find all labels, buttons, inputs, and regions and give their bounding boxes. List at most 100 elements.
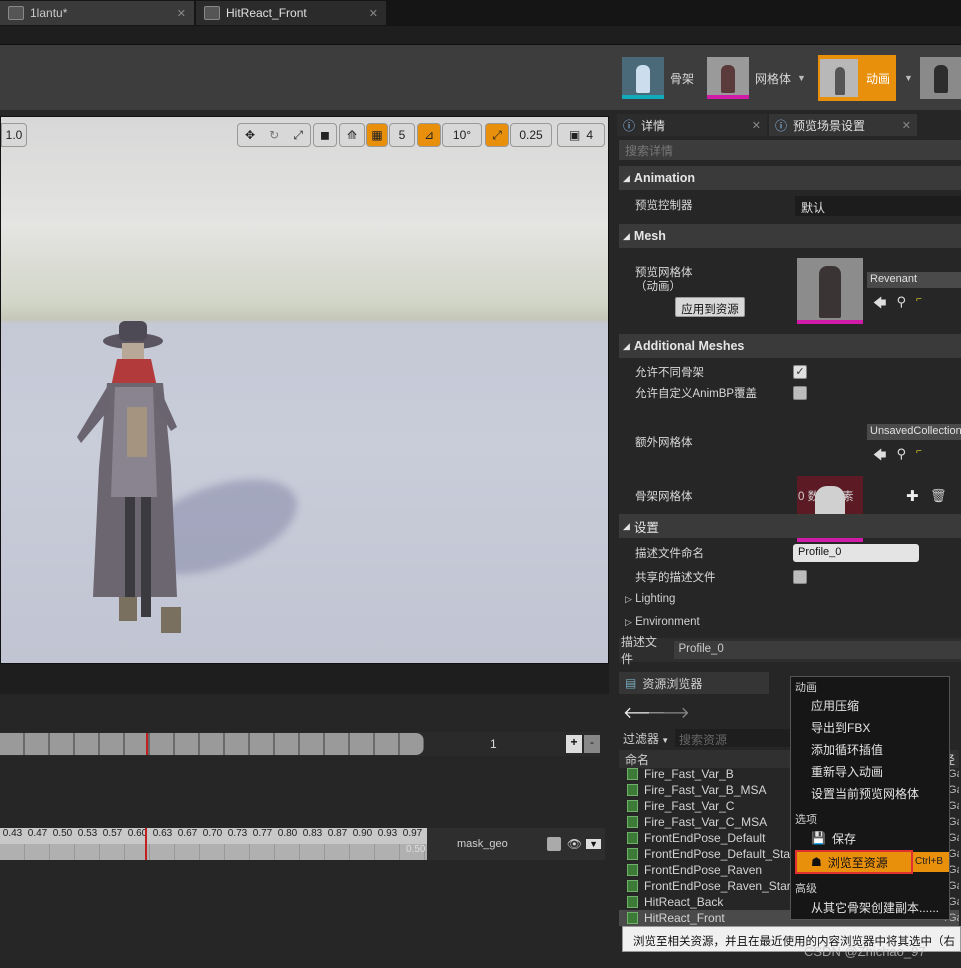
angle-icon: ⊿: [423, 128, 435, 142]
tab-details[interactable]: ⓘ 详情 ✕: [617, 114, 767, 136]
preview-mesh-thumbnail[interactable]: [797, 258, 863, 324]
blueprint-tab-icon: [8, 6, 24, 20]
grid-size-dropdown[interactable]: 5: [389, 123, 415, 147]
group-environment[interactable]: ▷ Environment: [619, 613, 961, 635]
forward-arrow-icon[interactable]: 🡒: [647, 702, 690, 723]
asset-name: FrontEndPose_Default: [644, 831, 766, 845]
asset-name: HitReact_Front: [644, 911, 725, 925]
allow-different-skeleton-checkbox[interactable]: ✓: [793, 365, 807, 379]
category-mesh[interactable]: ◢ Mesh: [619, 224, 961, 248]
scale-snap-dropdown[interactable]: 0.25: [510, 123, 552, 147]
asset-name: FrontEndPose_Raven_Start: [644, 879, 795, 893]
rotation-snap-button[interactable]: ⊿: [417, 123, 441, 147]
category-additional-meshes[interactable]: ◢ Additional Meshes: [619, 334, 961, 358]
apply-to-asset-button[interactable]: 应用到资源: [675, 297, 745, 317]
tick-label: 0.73: [227, 828, 248, 839]
track-header: mask_geo 👁 ▼: [427, 828, 605, 860]
chevron-down-icon[interactable]: ▼: [904, 73, 913, 83]
translate-icon[interactable]: ✥: [245, 128, 255, 142]
track-checkbox[interactable]: [546, 837, 561, 851]
tab-hitreact-front[interactable]: HitReact_Front ✕: [196, 1, 386, 25]
column-name[interactable]: 命名: [625, 751, 649, 768]
minus-icon[interactable]: -: [584, 735, 600, 753]
shared-profile-checkbox[interactable]: [793, 570, 807, 584]
menu-item-apply-compression[interactable]: 应用压缩: [791, 694, 951, 716]
mode-mesh-button[interactable]: 网格体 ▼: [707, 55, 806, 101]
animation-asset-icon: [627, 816, 638, 828]
animation-asset-icon: [627, 912, 638, 924]
grid-snap-button[interactable]: ▦: [366, 123, 388, 147]
animation-scrub-track[interactable]: 1 + -: [0, 732, 600, 756]
profile-name-input[interactable]: Profile_0: [793, 544, 919, 562]
mode-physics-button[interactable]: [920, 55, 961, 101]
playhead[interactable]: [145, 828, 147, 860]
mode-skeleton-button[interactable]: 骨架: [622, 55, 694, 101]
asset-search-input[interactable]: 搜索资源: [675, 729, 790, 747]
menu-item-add-loop-interp[interactable]: 添加循环插值: [791, 738, 951, 760]
mode-label: 网格体: [755, 71, 792, 86]
rotation-snap-dropdown[interactable]: 10°: [442, 123, 482, 147]
tick-label: 0.80: [277, 828, 298, 839]
menu-item-set-preview-mesh[interactable]: 设置当前预览网格体: [791, 782, 951, 804]
label-line: （动画）: [635, 281, 681, 293]
preview-mesh-label: 预览网格体 （动画）: [635, 266, 693, 294]
use-selected-arrow-icon[interactable]: 🡄: [873, 446, 886, 468]
rotate-icon[interactable]: ↻: [269, 128, 279, 142]
allow-custom-animbp-checkbox[interactable]: [793, 386, 807, 400]
use-selected-arrow-icon[interactable]: 🡄: [873, 294, 886, 316]
expand-arrow-icon: ▷: [625, 594, 632, 604]
scrub-bar[interactable]: [0, 733, 424, 755]
surface-snap-button[interactable]: ⟰: [339, 123, 365, 147]
reset-yellow-icon[interactable]: ⌐: [916, 294, 922, 316]
menu-item-save[interactable]: 💾 保存: [791, 827, 951, 849]
add-plus-icon[interactable]: +: [566, 735, 582, 753]
browse-magnifier-icon[interactable]: ⚲: [896, 294, 906, 316]
tick-label: 0.87: [327, 828, 348, 839]
tab-asset-browser[interactable]: ▤ 资源浏览器: [619, 672, 769, 694]
category-animation[interactable]: ◢ Animation: [619, 166, 961, 190]
property-label: 允许不同骨架: [635, 367, 704, 379]
scale-snap-button[interactable]: ⤢: [485, 123, 509, 147]
grid-size-value: 5: [398, 128, 406, 142]
preview-viewport[interactable]: 1.0 ✥ ↻ ⤢ ◼ ⟰ ▦ 5 ⊿ 10° ⤢ 0.25 ▣ 4: [0, 116, 609, 664]
coordinate-space-button[interactable]: ◼: [313, 123, 337, 147]
camera-speed-button[interactable]: ▣ 4: [557, 123, 605, 147]
mode-animation-button[interactable]: 动画: [818, 55, 897, 101]
animation-asset-icon: [627, 880, 638, 892]
profile-dropdown[interactable]: Profile_0: [674, 641, 961, 659]
menu-item-create-copy[interactable]: 从其它骨架创建副本......: [791, 896, 951, 918]
chevron-down-icon[interactable]: ▼: [797, 73, 806, 83]
add-plus-icon[interactable]: ✚: [906, 487, 919, 505]
reset-yellow-icon[interactable]: ⌐: [916, 446, 922, 468]
details-search-input[interactable]: 搜索详情: [619, 140, 961, 160]
close-icon[interactable]: ✕: [902, 119, 911, 132]
close-icon[interactable]: ✕: [177, 7, 186, 20]
notify-track[interactable]: 0.43 0.47 0.50 0.53 0.57 0.60 0.63 0.67 0.70 0.73…: [0, 828, 427, 860]
watermark: CSDN @Zhichao_97: [804, 944, 926, 959]
scale-icon[interactable]: ⤢: [293, 128, 303, 143]
playhead[interactable]: [146, 733, 148, 755]
close-icon[interactable]: ✕: [369, 7, 378, 20]
animation-asset-icon: [627, 768, 638, 780]
menu-label: 添加循环插值: [811, 742, 884, 757]
preview-controller-dropdown[interactable]: 默认: [795, 196, 961, 216]
browse-magnifier-icon[interactable]: ⚲: [896, 446, 906, 468]
tick-labels: 0.43 0.47 0.50 0.53 0.57 0.60 0.63 0.67 0.70 0.73…: [0, 828, 427, 844]
character-model[interactable]: [67, 317, 197, 657]
tab-1lantu[interactable]: 1lantu* ✕: [0, 1, 194, 25]
menu-item-reimport[interactable]: 重新导入动画: [791, 760, 951, 782]
chevron-down-icon[interactable]: ▼: [586, 839, 601, 849]
category-settings[interactable]: ◢ 设置: [619, 514, 961, 538]
view-speed-button[interactable]: 1.0: [1, 123, 27, 147]
delete-trash-icon[interactable]: 🗑: [930, 488, 947, 504]
input-value: Profile_0: [798, 546, 842, 558]
tab-preview-scene-settings[interactable]: ⓘ 预览场景设置 ✕: [769, 114, 917, 136]
menu-item-browse-to-asset[interactable]: ☗ 浏览至资源: [795, 850, 913, 874]
filter-button[interactable]: 过滤器 ▼: [623, 730, 669, 747]
menu-item-export-fbx[interactable]: 导出到FBX: [791, 716, 951, 738]
category-title: Animation: [633, 171, 696, 185]
tab-label: 资源浏览器: [642, 676, 703, 691]
close-icon[interactable]: ✕: [752, 119, 761, 132]
eye-icon[interactable]: 👁: [567, 837, 582, 851]
group-lighting[interactable]: ▷ Lighting: [619, 590, 961, 612]
